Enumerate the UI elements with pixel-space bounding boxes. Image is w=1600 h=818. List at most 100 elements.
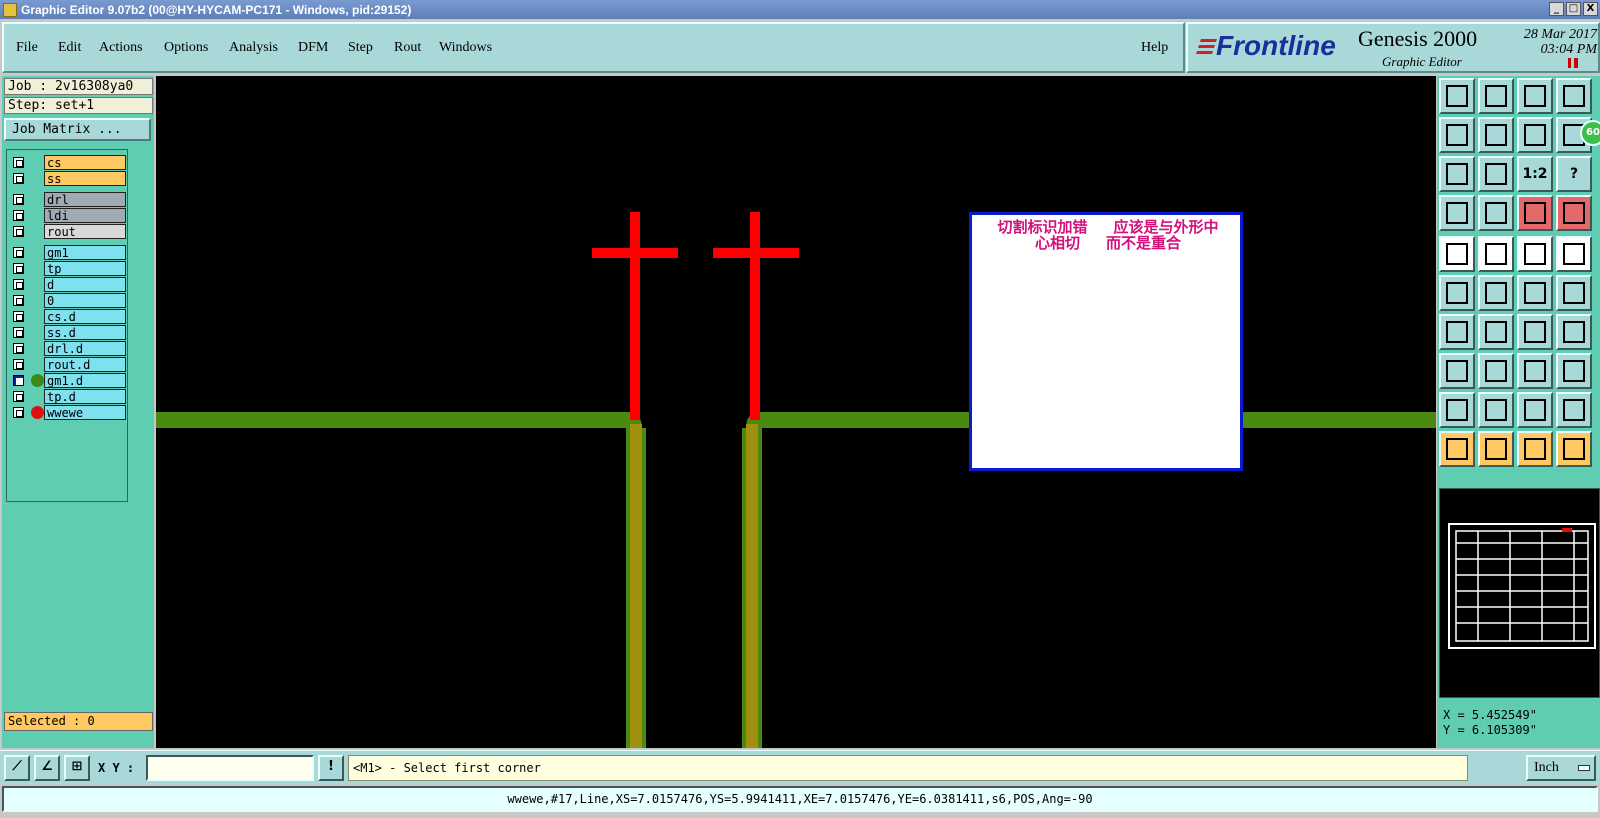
layer-name[interactable]: tp.d [44, 389, 126, 404]
angle-mode-icon[interactable]: ∠ [34, 755, 60, 781]
arc-3-button[interactable] [1517, 392, 1553, 428]
menu-file[interactable]: File [16, 40, 38, 56]
layer-checkbox[interactable] [13, 295, 24, 306]
select-arrow-button[interactable] [1439, 431, 1475, 467]
menu-help[interactable]: Help [1141, 40, 1168, 56]
layer-row[interactable]: ss.d [9, 325, 127, 340]
layer-name[interactable]: cs [44, 155, 126, 170]
layer-checkbox[interactable] [13, 279, 24, 290]
connect-button[interactable] [1439, 275, 1475, 311]
grid-mode-icon[interactable]: ⊞ [64, 755, 90, 781]
layer-checkbox[interactable] [13, 311, 24, 322]
layer-row[interactable]: wwewe [9, 405, 127, 420]
menu-windows[interactable]: Windows [439, 40, 492, 56]
minimize-button[interactable]: _ [1549, 2, 1564, 16]
layer-checkbox[interactable] [13, 210, 24, 221]
undo-zoom-button[interactable] [1517, 117, 1553, 153]
grid-button[interactable] [1478, 195, 1514, 231]
layer-name[interactable]: ss [44, 171, 126, 186]
arc-2-button[interactable] [1478, 392, 1514, 428]
maximize-button[interactable]: □ [1566, 2, 1581, 16]
layer-name[interactable]: rout [44, 224, 126, 239]
menu-step[interactable]: Step [348, 40, 373, 56]
xy-input[interactable] [146, 755, 314, 781]
layer-row[interactable]: ss [9, 171, 127, 186]
layer-checkbox[interactable] [13, 391, 24, 402]
select-box-button[interactable] [1478, 431, 1514, 467]
layer-checkbox[interactable] [13, 407, 24, 418]
menu-analysis[interactable]: Analysis [229, 40, 278, 56]
warning-button[interactable]: ! [318, 755, 344, 781]
snap-mode-icon[interactable]: ⟋ [4, 755, 30, 781]
select-circle-button[interactable] [1517, 431, 1553, 467]
layer-compare-button[interactable] [1517, 195, 1553, 231]
home-button[interactable] [1517, 78, 1553, 114]
dot-button[interactable] [1556, 236, 1592, 272]
units-dropdown[interactable]: Inch [1526, 755, 1596, 781]
mirror-button[interactable] [1556, 314, 1592, 350]
layer-row[interactable]: tp [9, 261, 127, 276]
help-button[interactable]: ? [1556, 156, 1592, 192]
pad-button[interactable] [1439, 236, 1475, 272]
dimension-button[interactable] [1517, 353, 1553, 389]
layer-row[interactable]: 0 [9, 293, 127, 308]
line-endpoint-2-button[interactable] [1556, 275, 1592, 311]
line-add-button[interactable] [1478, 353, 1514, 389]
angle-button[interactable] [1439, 314, 1475, 350]
menu-actions[interactable]: Actions [99, 40, 143, 56]
layer-name[interactable]: wwewe [44, 405, 126, 420]
zoom-home-button[interactable] [1439, 78, 1475, 114]
snap-button[interactable] [1439, 195, 1475, 231]
split-view-button[interactable] [1556, 78, 1592, 114]
layer-checkbox[interactable] [13, 194, 24, 205]
diagonal-button[interactable] [1478, 314, 1514, 350]
layer-name[interactable]: 0 [44, 293, 126, 308]
select-path-button[interactable] [1556, 431, 1592, 467]
layer-checkbox[interactable] [13, 327, 24, 338]
cross-button[interactable] [1478, 275, 1514, 311]
zoom-fit-button[interactable] [1478, 156, 1514, 192]
layer-name[interactable]: gm1 [44, 245, 126, 260]
layer-row[interactable]: rout.d [9, 357, 127, 372]
menu-rout[interactable]: Rout [394, 40, 421, 56]
layer-row[interactable]: drl.d [9, 341, 127, 356]
layer-checkbox[interactable] [13, 343, 24, 354]
layer-name[interactable]: cs.d [44, 309, 126, 324]
badge-60[interactable]: 60 [1580, 120, 1600, 146]
layer-row[interactable]: cs [9, 155, 127, 170]
layer-row[interactable]: drl [9, 192, 127, 207]
one-to-two-button[interactable]: 1:2 [1517, 156, 1553, 192]
layer-checkbox[interactable] [13, 226, 24, 237]
overview-thumbnail[interactable] [1448, 523, 1596, 649]
layer-row[interactable]: gm1.d [9, 373, 127, 388]
layer-row[interactable]: cs.d [9, 309, 127, 324]
layer-row[interactable]: d [9, 277, 127, 292]
layer-name[interactable]: ldi [44, 208, 126, 223]
layer-name[interactable]: gm1.d [44, 373, 126, 388]
layer-name[interactable]: d [44, 277, 126, 292]
zoom-down-button[interactable] [1478, 78, 1514, 114]
layer-name[interactable]: drl.d [44, 341, 126, 356]
pad-add-button[interactable] [1439, 353, 1475, 389]
layer-row[interactable]: rout [9, 224, 127, 239]
fit-screen-button[interactable] [1439, 156, 1475, 192]
arc-4-button[interactable] [1556, 392, 1592, 428]
layer-checkbox[interactable] [13, 359, 24, 370]
array-button[interactable] [1556, 353, 1592, 389]
layer-name[interactable]: drl [44, 192, 126, 207]
layer-checkbox[interactable] [13, 375, 24, 386]
pan-left-button[interactable] [1439, 117, 1475, 153]
pause-icon[interactable] [1568, 58, 1578, 68]
close-button[interactable]: X [1583, 2, 1598, 16]
layer-row[interactable]: tp.d [9, 389, 127, 404]
layer-compare-2-button[interactable] [1556, 195, 1592, 231]
arc-1-button[interactable] [1439, 392, 1475, 428]
graphic-canvas[interactable]: 切割标识加错 应该是与外形中 心相切 而不是重合 [156, 76, 1436, 748]
layer-name[interactable]: tp [44, 261, 126, 276]
layer-checkbox[interactable] [13, 263, 24, 274]
pan-right-button[interactable] [1478, 117, 1514, 153]
layer-checkbox[interactable] [13, 173, 24, 184]
rotate-button[interactable] [1517, 314, 1553, 350]
ruler-button[interactable] [1517, 236, 1553, 272]
surface-button[interactable] [1478, 236, 1514, 272]
